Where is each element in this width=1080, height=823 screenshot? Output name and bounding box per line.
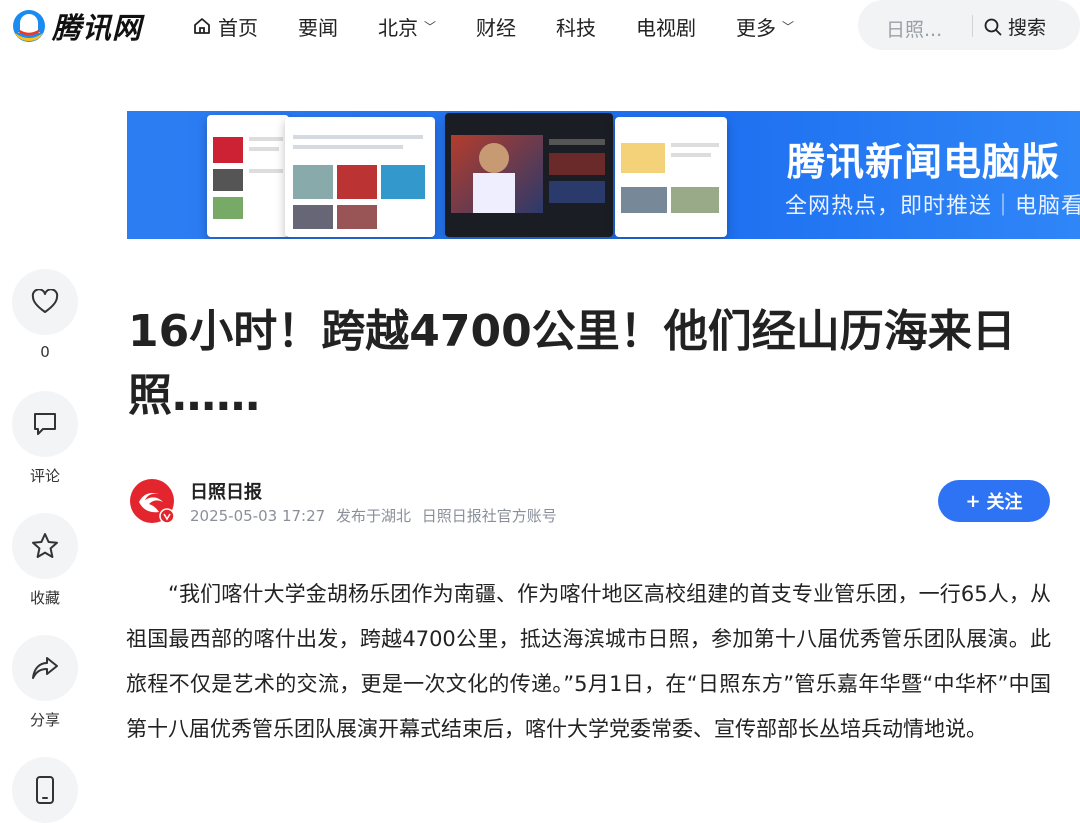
- side-action-share[interactable]: 分享: [12, 635, 78, 730]
- search-box: 日照... 搜索: [858, 0, 1080, 50]
- nav-item-home[interactable]: 首页: [192, 12, 258, 41]
- star-icon: [32, 533, 58, 558]
- banner-title: 腾讯新闻电脑版: [787, 140, 1061, 184]
- article-title: 16小时！跨越4700公里！他们经山历海来日照……: [128, 306, 1016, 421]
- comment-label: 评论: [29, 467, 60, 485]
- follow-button[interactable]: + 关注: [938, 480, 1050, 522]
- nav-item-beijing[interactable]: 北京 ﹀: [378, 12, 436, 41]
- nav-item-finance[interactable]: 财经: [476, 12, 516, 41]
- nav-item-more[interactable]: 更多 ﹀: [736, 12, 794, 41]
- like-count: 0: [40, 343, 50, 361]
- favorite-label: 收藏: [29, 589, 60, 607]
- nav-item-tech[interactable]: 科技: [556, 12, 596, 41]
- side-action-comment[interactable]: 评论: [12, 391, 78, 486]
- author-name[interactable]: 日照日报: [190, 478, 262, 504]
- side-action-mobile[interactable]: [12, 757, 78, 823]
- phone-icon: [36, 776, 54, 804]
- author-avatar[interactable]: [129, 478, 175, 524]
- promo-banner[interactable]: 腾讯新闻电脑版 全网热点，即时推送｜电脑看: [127, 111, 1080, 239]
- nav-item-label: 北京: [378, 15, 418, 40]
- search-icon: [984, 18, 1002, 35]
- heart-icon: [31, 289, 59, 313]
- home-icon: [194, 18, 210, 34]
- banner-screenshot-left: [207, 115, 289, 237]
- publish-date: 2025-05-03 17:27: [190, 507, 326, 525]
- follow-label: 关注: [986, 492, 1023, 513]
- share-icon: [32, 657, 58, 679]
- nav-item-news[interactable]: 要闻: [298, 12, 338, 41]
- article-paragraph: “我们喀什大学金胡杨乐团作为南疆、作为喀什地区高校组建的首支专业管乐团，一行65…: [126, 582, 1051, 741]
- chevron-down-icon: ﹀: [782, 19, 795, 34]
- search-input[interactable]: 日照...: [886, 15, 972, 42]
- chevron-down-icon: ﹀: [424, 19, 437, 34]
- search-button-label: 搜索: [1008, 17, 1047, 39]
- nav-item-label: 科技: [556, 15, 597, 40]
- logo-text: 腾讯网: [52, 11, 143, 45]
- main-nav: 首页 要闻 北京 ﹀ 财经 科技 电视剧 更多 ﹀: [192, 0, 834, 52]
- nav-item-label: 首页: [218, 15, 258, 40]
- article-meta: 2025-05-03 17:27 发布于湖北 日照日报社官方账号: [190, 505, 563, 526]
- nav-item-label: 要闻: [298, 15, 338, 40]
- share-label: 分享: [29, 711, 60, 729]
- search-divider: [972, 15, 973, 37]
- top-bar: 腾讯网 首页 要闻 北京 ﹀ 财经 科技 电视剧 更多 ﹀ 日照... 搜索: [0, 0, 1080, 52]
- banner-screenshot-right: [615, 117, 727, 237]
- comment-icon: [34, 413, 56, 435]
- account-description: 日照日报社官方账号: [421, 507, 557, 525]
- banner-subtitle: 全网热点，即时推送｜电脑看: [785, 194, 1080, 219]
- tencent-logo[interactable]: 腾讯网: [12, 7, 142, 45]
- tencent-logo-icon: [13, 10, 45, 42]
- nav-item-label: 财经: [476, 15, 517, 40]
- nav-item-label: 电视剧: [636, 15, 697, 40]
- nav-item-label: 更多: [736, 15, 777, 40]
- publish-location: 发布于湖北: [335, 507, 411, 525]
- banner-screenshot-center: [285, 117, 435, 237]
- nav-item-tv[interactable]: 电视剧: [636, 12, 696, 41]
- banner-screenshot-video: [445, 113, 613, 237]
- side-action-like[interactable]: 0: [12, 269, 78, 361]
- search-button[interactable]: 搜索: [984, 13, 1046, 40]
- plus-icon: +: [965, 490, 981, 512]
- side-action-favorite[interactable]: 收藏: [12, 513, 78, 608]
